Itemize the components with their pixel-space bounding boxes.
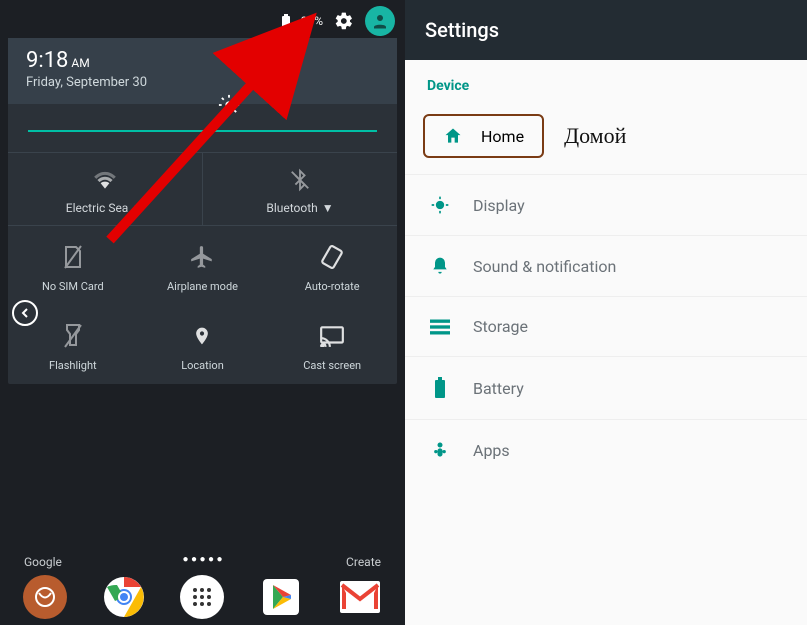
setting-home-row: Home Домой xyxy=(405,104,807,175)
time-text: 9:18 xyxy=(26,48,68,73)
setting-apps[interactable]: Apps xyxy=(405,420,807,480)
sim-label: No SIM Card xyxy=(42,280,104,293)
airplane-tile[interactable]: Airplane mode xyxy=(138,226,268,305)
brightness-slider[interactable] xyxy=(8,104,397,152)
wifi-tile[interactable]: Electric Sea ▼ xyxy=(8,153,202,225)
clock-time: 9:18AM xyxy=(26,48,379,73)
sim-icon xyxy=(60,244,86,270)
setting-sound[interactable]: Sound & notification xyxy=(405,236,807,297)
page-indicator: ● ● ● ● ● xyxy=(182,554,222,565)
setting-storage[interactable]: Storage xyxy=(405,297,807,357)
rotate-icon xyxy=(319,244,345,270)
location-label: Location xyxy=(181,359,224,372)
create-widget[interactable]: Create xyxy=(346,555,381,569)
caret-down-icon: ▼ xyxy=(322,201,334,215)
rotate-tile[interactable]: Auto-rotate xyxy=(267,226,397,305)
bluetooth-off-icon xyxy=(287,167,313,193)
airplane-label: Airplane mode xyxy=(167,280,238,293)
cast-tile[interactable]: Cast screen xyxy=(267,305,397,384)
storage-icon xyxy=(429,319,451,335)
setting-battery-label: Battery xyxy=(473,379,524,398)
date-text: Friday, September 30 xyxy=(26,75,379,90)
rotate-label: Auto-rotate xyxy=(305,280,360,293)
setting-battery[interactable]: Battery xyxy=(405,357,807,420)
home-icon xyxy=(443,126,463,146)
dock-gmail-icon[interactable] xyxy=(338,575,382,619)
bluetooth-tile[interactable]: Bluetooth ▼ xyxy=(202,153,397,225)
clock-header: 9:18AM Friday, September 30 xyxy=(8,38,397,104)
settings-screen: Settings Device Home Домой Display Sound… xyxy=(405,0,807,625)
user-avatar[interactable] xyxy=(365,6,395,36)
location-icon xyxy=(189,323,215,349)
battery-percent: 99% xyxy=(301,14,323,28)
display-icon xyxy=(429,195,451,215)
settings-title: Settings xyxy=(405,0,807,60)
apps-icon xyxy=(429,440,451,460)
setting-sound-label: Sound & notification xyxy=(473,257,616,276)
setting-storage-label: Storage xyxy=(473,317,528,336)
dock-apps-icon[interactable] xyxy=(180,575,224,619)
google-widget[interactable]: Google xyxy=(24,555,62,569)
bluetooth-label: Bluetooth xyxy=(266,201,317,215)
quick-settings-card: 9:18AM Friday, September 30 Electric Sea… xyxy=(8,38,397,384)
time-ampm: AM xyxy=(71,56,89,70)
bell-icon xyxy=(429,256,451,276)
battery-icon xyxy=(281,14,291,28)
flashlight-icon xyxy=(60,323,86,349)
setting-display-label: Display xyxy=(473,196,525,215)
annotation-home-translation: Домой xyxy=(564,123,626,149)
cast-label: Cast screen xyxy=(303,359,361,372)
dock-browser-icon[interactable] xyxy=(23,575,67,619)
section-device: Device xyxy=(405,60,807,104)
dock-play-icon[interactable] xyxy=(259,575,303,619)
wifi-icon xyxy=(92,167,118,193)
dock xyxy=(0,569,405,625)
location-tile[interactable]: Location xyxy=(138,305,268,384)
sim-tile[interactable]: No SIM Card xyxy=(8,226,138,305)
setting-display[interactable]: Display xyxy=(405,175,807,236)
setting-apps-label: Apps xyxy=(473,441,510,460)
flashlight-label: Flashlight xyxy=(49,359,97,372)
back-chevron-button[interactable] xyxy=(12,300,38,326)
setting-home-label: Home xyxy=(481,127,524,146)
quick-settings-panel: 99% 9:18AM Friday, September 30 xyxy=(0,0,405,625)
status-bar: 99% xyxy=(0,0,405,38)
settings-gear-icon[interactable] xyxy=(333,10,355,32)
cast-icon xyxy=(319,323,345,349)
dock-chrome-icon[interactable] xyxy=(102,575,146,619)
brightness-thumb-icon[interactable] xyxy=(218,94,240,116)
battery-icon xyxy=(429,377,451,399)
airplane-icon xyxy=(189,244,215,270)
caret-down-icon: ▼ xyxy=(132,201,144,215)
wifi-label: Electric Sea xyxy=(66,201,129,215)
setting-home[interactable]: Home xyxy=(423,114,544,158)
